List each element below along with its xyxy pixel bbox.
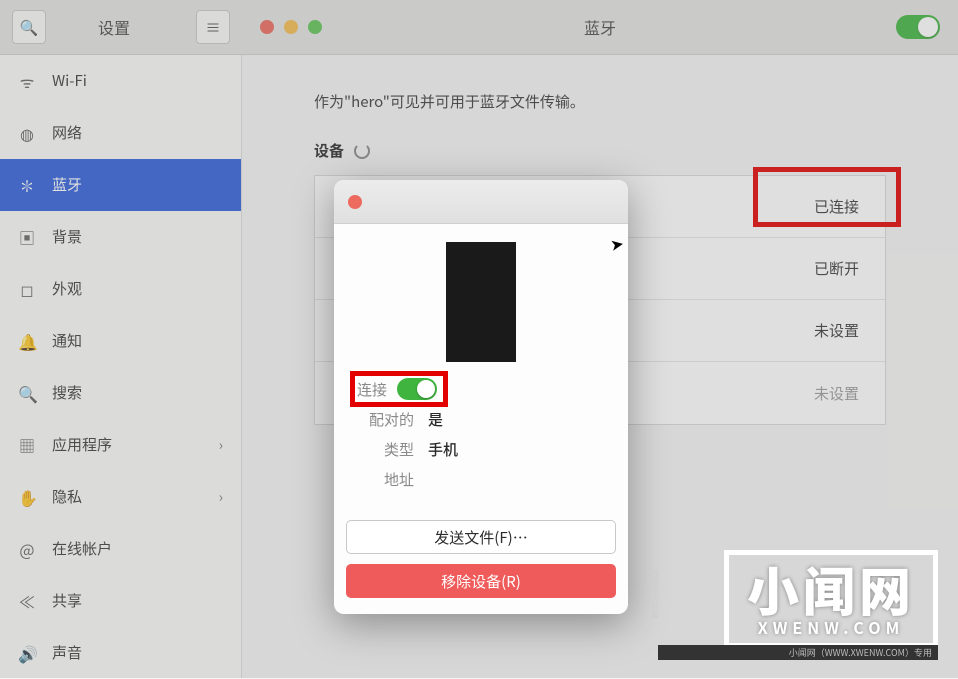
highlight-box-connected xyxy=(753,167,901,227)
sidebar-item-at[interactable]: @ 在线帐户 xyxy=(0,523,241,575)
globe-icon: ◍ xyxy=(18,121,36,145)
watermark-small: XWENW.COM xyxy=(747,615,915,639)
sidebar-item-label: 蓝牙 xyxy=(52,174,82,195)
device-status: 未设置 xyxy=(814,383,859,404)
sidebar-item-label: 共享 xyxy=(52,590,82,611)
apps-icon: ▦ xyxy=(18,433,36,457)
sidebar-item-sound[interactable]: 🔊 声音 xyxy=(0,627,241,679)
paired-label: 配对的 xyxy=(350,409,414,430)
type-value: 手机 xyxy=(428,439,458,460)
sidebar-item-bt[interactable]: ✽ 蓝牙 xyxy=(0,159,241,211)
highlight-box-connect-toggle: 连接 xyxy=(350,371,448,407)
settings-title: 设置 xyxy=(98,15,130,39)
hamburger-icon: ≡ xyxy=(205,17,220,38)
visibility-text: 作为"hero"可见并可用于蓝牙文件传输。 xyxy=(314,91,886,112)
dialog-close-button[interactable] xyxy=(348,195,362,209)
devices-header: 设备 xyxy=(314,140,886,161)
sidebar-item-label: 搜索 xyxy=(52,382,82,403)
watermark: 小闻网 XWENW.COM xyxy=(724,550,938,648)
sidebar-item-label: 外观 xyxy=(52,278,82,299)
sidebar-item-share[interactable]: ≪ 共享 xyxy=(0,575,241,627)
paired-value: 是 xyxy=(428,409,443,430)
sidebar-item-globe[interactable]: ◍ 网络 xyxy=(0,107,241,159)
connect-label: 连接 xyxy=(357,379,387,400)
headerbar-left: 🔍 设置 ≡ xyxy=(0,0,242,55)
sidebar-item-bell[interactable]: 🔔 通知 xyxy=(0,315,241,367)
dialog-actions: 发送文件(F)… 移除设备(R) xyxy=(334,512,628,614)
sidebar-item-label: 在线帐户 xyxy=(52,538,112,559)
watermark-side: XWENW.COM xyxy=(649,570,660,618)
watermark-big: 小闻网 xyxy=(747,563,915,615)
send-file-button[interactable]: 发送文件(F)… xyxy=(346,520,616,554)
hand-icon: ✋ xyxy=(18,485,36,509)
connect-toggle[interactable] xyxy=(397,378,437,400)
sidebar-item-hand[interactable]: ✋ 隐私 › xyxy=(0,471,241,523)
wifi-icon: ᯤ xyxy=(18,69,36,93)
address-label: 地址 xyxy=(350,469,414,490)
loading-spinner-icon xyxy=(354,143,370,159)
bell-icon: 🔔 xyxy=(18,329,36,353)
headerbar-right: 蓝牙 xyxy=(242,0,958,55)
sidebar-item-label: 背景 xyxy=(52,226,82,247)
dialog-header[interactable] xyxy=(334,180,628,224)
device-status: 未设置 xyxy=(814,320,859,341)
image-icon: ▣ xyxy=(18,225,36,249)
device-dialog: 连接 配对的 是 类型 手机 地址 发送文件(F)… 移除设备(R) xyxy=(334,180,628,614)
sidebar-item-label: 网络 xyxy=(52,122,82,143)
sidebar-item-appearance[interactable]: ◻ 外观 xyxy=(0,263,241,315)
window-controls xyxy=(260,20,322,34)
sidebar-item-wifi[interactable]: ᯤ Wi-Fi xyxy=(0,55,241,107)
remove-device-button[interactable]: 移除设备(R) xyxy=(346,564,616,598)
sidebar-item-label: 通知 xyxy=(52,330,82,351)
device-status: 已断开 xyxy=(814,258,859,279)
sidebar-item-label: 声音 xyxy=(52,642,82,663)
device-thumbnail xyxy=(446,242,516,362)
window-maximize-button[interactable] xyxy=(308,20,322,34)
menu-button[interactable]: ≡ xyxy=(196,10,230,44)
search-icon: 🔍 xyxy=(20,17,39,38)
search-button[interactable]: 🔍 xyxy=(12,10,46,44)
window-minimize-button[interactable] xyxy=(284,20,298,34)
sidebar-item-label: Wi-Fi xyxy=(52,70,87,91)
bt-icon: ✽ xyxy=(18,173,36,197)
watermark-strip: 小闻网（WWW.XWENW.COM）专用 xyxy=(658,645,938,660)
sound-icon: 🔊 xyxy=(18,641,36,665)
chevron-right-icon: › xyxy=(219,487,223,507)
type-label: 类型 xyxy=(350,439,414,460)
chevron-right-icon: › xyxy=(219,435,223,455)
share-icon: ≪ xyxy=(18,589,36,613)
sidebar-item-label: 应用程序 xyxy=(52,434,112,455)
appearance-icon: ◻ xyxy=(18,277,36,301)
sidebar-item-search[interactable]: 🔍 搜索 xyxy=(0,367,241,419)
window-close-button[interactable] xyxy=(260,20,274,34)
panel-title: 蓝牙 xyxy=(584,15,616,39)
sidebar-item-apps[interactable]: ▦ 应用程序 › xyxy=(0,419,241,471)
sidebar: ᯤ Wi-Fi ◍ 网络 ✽ 蓝牙 ▣ 背景 ◻ 外观 🔔 通知 🔍 搜索 ▦ 应用程序 › ✋ 隐私 › @ 在线帐户 ≪… xyxy=(0,55,242,678)
devices-label: 设备 xyxy=(314,140,344,161)
sidebar-item-label: 隐私 xyxy=(52,486,82,507)
device-properties: 连接 配对的 是 类型 手机 地址 xyxy=(350,374,612,494)
toggle-knob xyxy=(417,380,435,398)
at-icon: @ xyxy=(18,537,36,561)
sidebar-item-image[interactable]: ▣ 背景 xyxy=(0,211,241,263)
search-icon: 🔍 xyxy=(18,381,36,405)
toggle-knob xyxy=(918,17,938,37)
bluetooth-master-toggle[interactable] xyxy=(896,15,940,39)
dialog-body: 连接 配对的 是 类型 手机 地址 xyxy=(334,224,628,512)
